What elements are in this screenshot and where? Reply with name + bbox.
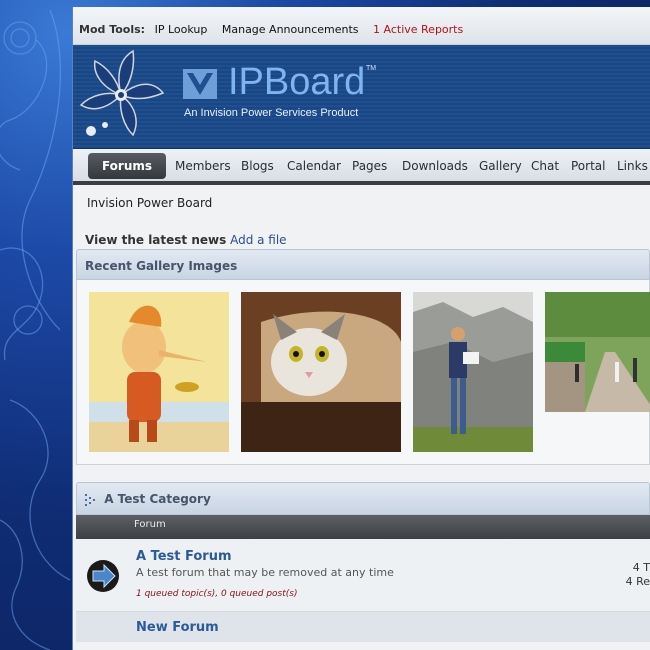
logo-text: IPBoard: [228, 61, 366, 103]
forum-read-status-icon[interactable]: [86, 559, 120, 593]
forum-description: A test forum that may be removed at any …: [136, 566, 394, 579]
mod-tools-label: Mod Tools:: [79, 23, 146, 36]
gallery-image-rocks[interactable]: [413, 292, 533, 452]
logo-subtitle: An Invision Power Services Product: [184, 107, 359, 119]
forum-title-link[interactable]: A Test Forum: [136, 549, 232, 564]
latest-news-label: View the latest news: [85, 233, 227, 247]
tab-downloads[interactable]: Downloads: [402, 159, 468, 173]
forum-title-link[interactable]: New Forum: [136, 620, 219, 635]
forum-queued-link[interactable]: 1 queued topic(s), 0 queued post(s): [136, 589, 298, 599]
category-toggle-icon[interactable]: [85, 493, 95, 506]
gallery-images: [76, 280, 650, 465]
tab-links[interactable]: Links: [617, 159, 648, 173]
flower-logo-icon: [79, 49, 165, 137]
forum-stats: 4 T 4 Re: [626, 561, 650, 589]
gallery-block-title: Recent Gallery Images: [76, 249, 650, 280]
tab-blogs[interactable]: Blogs: [241, 159, 274, 173]
tab-forums[interactable]: Forums: [88, 153, 166, 179]
tab-members[interactable]: Members: [175, 159, 231, 173]
ipboard-mark-icon: [183, 69, 217, 99]
active-reports-link[interactable]: 1 Active Reports: [373, 23, 463, 36]
main-nav: Forums Members Blogs Calendar Pages Down…: [73, 149, 650, 185]
gallery-image-cartoon[interactable]: [89, 292, 229, 452]
tab-portal[interactable]: Portal: [571, 159, 605, 173]
tab-chat[interactable]: Chat: [531, 159, 559, 173]
forum-row: New Forum: [76, 612, 650, 642]
add-file-link[interactable]: Add a file: [230, 233, 287, 247]
breadcrumb[interactable]: Invision Power Board: [76, 185, 650, 229]
tab-pages[interactable]: Pages: [352, 159, 387, 173]
gallery-image-cat[interactable]: [241, 292, 401, 452]
mod-tools-bar: Mod Tools: IP Lookup Manage Announcement…: [73, 7, 650, 45]
tab-calendar[interactable]: Calendar: [287, 159, 341, 173]
forum-row: A Test Forum A test forum that may be re…: [76, 539, 650, 612]
background-swirl: [0, 0, 72, 650]
category-title[interactable]: A Test Category: [104, 492, 211, 506]
forum-topic-count: 4 T: [632, 561, 650, 574]
category-header[interactable]: A Test Category: [76, 482, 650, 515]
manage-announcements-link[interactable]: Manage Announcements: [222, 23, 359, 36]
gallery-image-street[interactable]: [545, 292, 650, 412]
site-header: IPBoard TM An Invision Power Services Pr…: [73, 45, 650, 149]
forum-reply-count: 4 Re: [625, 575, 650, 588]
latest-news: View the latest news Add a file: [76, 229, 650, 249]
forum-page: Mod Tools: IP Lookup Manage Announcement…: [72, 7, 650, 650]
tab-gallery[interactable]: Gallery: [479, 159, 522, 173]
forum-column-header: Forum: [76, 515, 650, 539]
main-content: Invision Power Board View the latest new…: [73, 185, 650, 650]
logo-trademark: TM: [366, 65, 377, 72]
ip-lookup-link[interactable]: IP Lookup: [155, 23, 208, 36]
